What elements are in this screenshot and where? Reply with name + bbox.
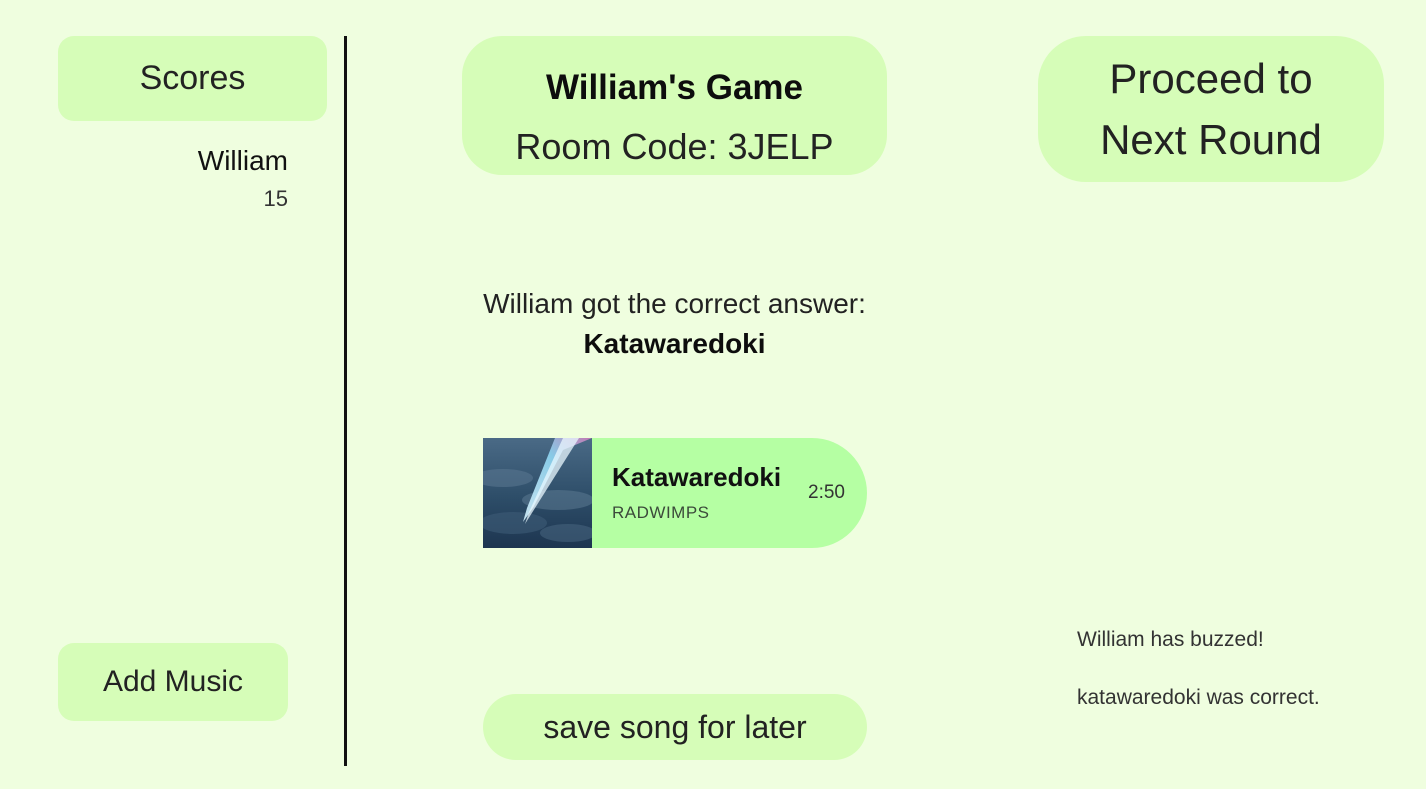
- scores-label: Scores: [139, 59, 246, 97]
- player-score: 15: [263, 186, 288, 211]
- event-log: William has buzzed! katawaredoki was cor…: [1038, 200, 1384, 760]
- add-music-label: Add Music: [102, 665, 244, 698]
- proceed-label: Proceed to Next Round: [1100, 55, 1322, 163]
- room-code: Room Code: 3JELP: [515, 126, 834, 167]
- column-divider: [344, 36, 347, 766]
- player-name: William: [197, 145, 288, 176]
- game-title: William's Game: [546, 68, 803, 107]
- correct-answer-prefix: William got the correct answer:: [483, 288, 866, 319]
- album-art-graphic: [483, 438, 592, 548]
- song-card[interactable]: Katawaredoki RADWIMPS 2:50: [483, 438, 867, 548]
- song-title: Katawaredoki: [612, 462, 782, 492]
- save-song-button[interactable]: save song for later: [483, 694, 867, 760]
- correct-answer-song: Katawaredoki: [583, 328, 766, 359]
- game-screen: Scores William 15 Add Music William's Ga…: [0, 0, 1426, 789]
- save-song-label: save song for later: [543, 708, 807, 745]
- game-header: William's Game Room Code: 3JELP: [462, 36, 887, 175]
- scores-button[interactable]: Scores: [58, 36, 327, 121]
- proceed-next-round-button[interactable]: Proceed to Next Round: [1038, 36, 1384, 182]
- score-list-item: William 15: [58, 140, 288, 216]
- add-music-button[interactable]: Add Music: [58, 643, 288, 721]
- log-entry: William has buzzed!: [1077, 628, 1264, 651]
- song-artist: RADWIMPS: [612, 503, 710, 522]
- album-art-image: [483, 438, 592, 548]
- correct-answer-message: William got the correct answer: Kataware…: [462, 284, 887, 364]
- song-duration: 2:50: [808, 482, 845, 503]
- log-entry: katawaredoki was correct.: [1077, 686, 1320, 709]
